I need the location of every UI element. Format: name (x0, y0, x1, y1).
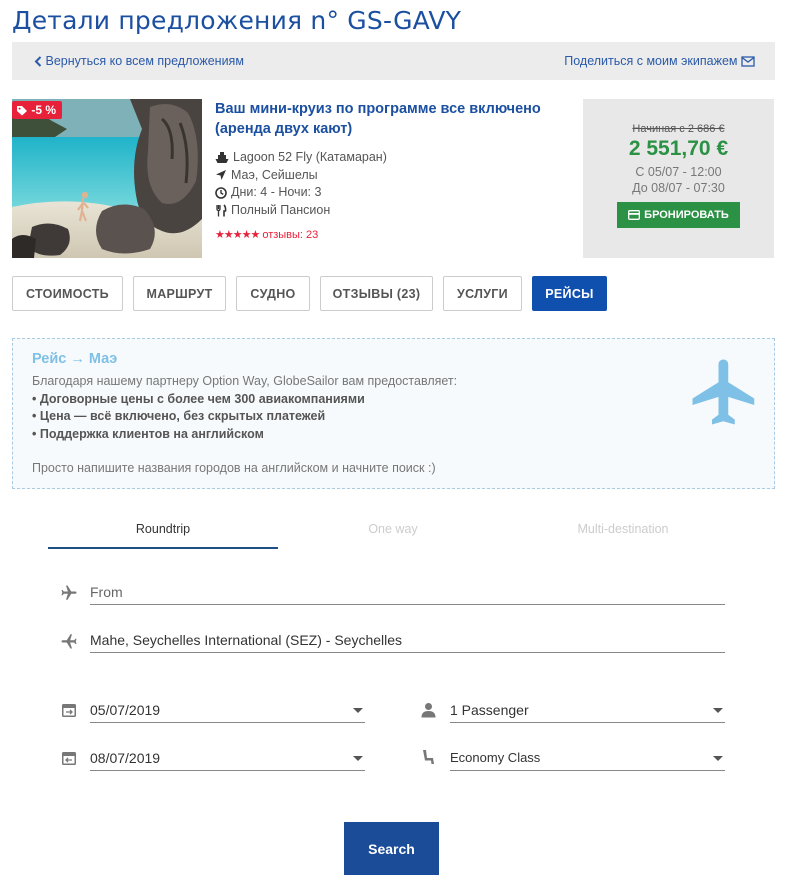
duration-row: Дни: 4 - Ночи: 3 (215, 184, 575, 202)
location-arrow-icon (216, 170, 226, 181)
seat-icon (423, 750, 434, 764)
cruise-photo[interactable]: -5 % (12, 99, 202, 258)
tab-roundtrip[interactable]: Roundtrip (48, 518, 278, 549)
return-date-value: 08/07/2019 (90, 750, 161, 766)
tab-flights[interactable]: РЕЙСЫ (532, 276, 607, 311)
cabin-class-value: Economy Class (450, 750, 541, 765)
date-range: С 05/07 - 12:00 До 08/07 - 07:30 (583, 164, 774, 196)
search-button[interactable]: Search (344, 822, 439, 875)
depart-date-select[interactable]: 05/07/2019 (90, 699, 365, 723)
end-date: До 08/07 - 07:30 (632, 181, 725, 195)
flights-intro: Благодаря нашему партнеру Option Way, Gl… (32, 374, 458, 388)
discount-value: -5 % (31, 103, 57, 117)
departure-plane-icon (61, 585, 77, 600)
person-icon (421, 703, 436, 718)
tab-price[interactable]: СТОИМОСТЬ (12, 276, 123, 311)
boat-row: Lagoon 52 Fly (Катамаран) (215, 149, 575, 167)
share-link-label: Поделиться с моим экипажем (564, 54, 738, 68)
return-date-select[interactable]: 08/07/2019 (90, 747, 365, 771)
flights-bullet: • Договорные цены с более чем 300 авиако… (32, 391, 365, 406)
cutlery-icon (216, 204, 227, 217)
price-box: Начиная с 2 686 € 2 551,70 € С 05/07 - 1… (583, 99, 774, 258)
cabin-class-select[interactable]: Economy Class (450, 747, 725, 771)
duration-text: Дни: 4 - Ночи: 3 (231, 185, 322, 199)
flights-hint: Просто напишите названия городов на англ… (32, 461, 436, 475)
tag-icon (17, 106, 27, 116)
airplane-icon (692, 359, 755, 425)
passengers-select[interactable]: 1 Passenger (450, 699, 725, 723)
passengers-value: 1 Passenger (450, 702, 529, 718)
tab-reviews[interactable]: ОТЗЫВЫ (23) (320, 276, 433, 311)
back-link-label: Вернуться ко всем предложениям (45, 54, 244, 68)
depart-date-value: 05/07/2019 (90, 702, 161, 718)
current-price: 2 551,70 € (628, 137, 729, 160)
book-button[interactable]: БРОНИРОВАТЬ (617, 202, 740, 228)
trip-type-tabs: Roundtrip One way Multi-destination (48, 518, 726, 549)
beach-rocks-image (12, 99, 202, 258)
flights-description: Благодаря нашему партнеру Option Way, Gl… (32, 373, 457, 478)
offer-tabs: СТОИМОСТЬ МАРШРУТ СУДНО ОТЗЫВЫ (23) УСЛУ… (12, 276, 607, 311)
clock-icon (215, 186, 227, 199)
board-row: Полный Пансион (215, 202, 575, 220)
start-date: С 05/07 - 12:00 (635, 165, 722, 179)
tab-services[interactable]: УСЛУГИ (443, 276, 522, 311)
cruise-info: Ваш мини-круиз по программе все включено… (215, 99, 575, 241)
cruise-title[interactable]: Ваш мини-круиз по программе все включено… (215, 99, 575, 139)
location-row: Маэ, Сейшелы (215, 167, 575, 185)
tab-itinerary[interactable]: МАРШРУТ (133, 276, 226, 311)
envelope-icon (741, 56, 755, 67)
star-rating-icon: ★★★★★ (215, 229, 260, 241)
credit-card-icon (628, 210, 641, 220)
ship-icon (215, 152, 229, 164)
board-type: Полный Пансион (231, 202, 331, 217)
calendar-return-icon (62, 752, 76, 765)
back-to-offers-link[interactable]: Вернуться ко всем предложениям (34, 54, 244, 68)
calendar-depart-icon (62, 704, 76, 717)
discount-badge: -5 % (12, 101, 63, 119)
reviews-count: отзывы: 23 (262, 228, 319, 241)
chevron-down-icon (713, 708, 723, 713)
from-input[interactable]: From (90, 581, 725, 605)
chevron-left-icon (34, 56, 42, 67)
to-input[interactable]: Mahe, Seychelles International (SEZ) - S… (90, 629, 725, 653)
old-price: Начиная с 2 686 € (632, 123, 725, 135)
chevron-down-icon (713, 756, 723, 761)
tab-boat[interactable]: СУДНО (236, 276, 310, 311)
boat-name: Lagoon 52 Fly (Катамаран) (233, 150, 387, 164)
location-name: Маэ, Сейшелы (231, 167, 318, 182)
tab-multi-destination[interactable]: Multi-destination (508, 518, 738, 549)
cruise-details: Lagoon 52 Fly (Катамаран) Маэ, Сейшелы Д… (215, 149, 575, 219)
rating[interactable]: ★★★★★ отзывы: 23 (215, 228, 575, 242)
offer-navbar: Вернуться ко всем предложениям Поделитьс… (12, 42, 775, 80)
chevron-down-icon (353, 708, 363, 713)
arrival-plane-icon (61, 634, 77, 649)
share-with-crew-link[interactable]: Поделиться с моим экипажем (564, 54, 755, 68)
chevron-down-icon (353, 756, 363, 761)
flights-info-panel: Рейс → Маэ Благодаря нашему партнеру Opt… (12, 338, 775, 489)
flights-title: Рейс → Маэ (32, 351, 118, 367)
book-button-label: БРОНИРОВАТЬ (644, 209, 729, 221)
tab-one-way[interactable]: One way (278, 518, 508, 549)
flights-bullet: • Цена — всё включено, без скрытых плате… (32, 409, 326, 423)
flights-bullet: • Поддержка клиентов на английском (32, 426, 264, 441)
page-title: Детали предложения n° GS-GAVY (12, 6, 462, 35)
